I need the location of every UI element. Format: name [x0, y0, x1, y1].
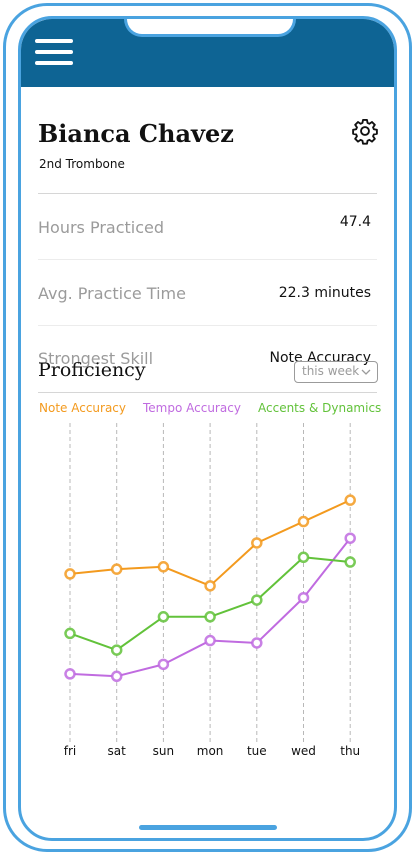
data-point-0-tue[interactable] — [251, 537, 263, 549]
data-point-2-sun[interactable] — [157, 611, 170, 623]
range-select-value: this week — [302, 364, 360, 378]
data-point-1-sat[interactable] — [110, 670, 123, 683]
divider — [38, 259, 377, 260]
gear-icon[interactable] — [351, 117, 379, 145]
data-point-0-mon[interactable] — [204, 580, 216, 592]
legend-tempo-accuracy: Tempo Accuracy — [143, 401, 241, 415]
legend-accents-dynamics: Accents & Dynamics — [258, 401, 382, 415]
profile-role: 2nd Trombone — [39, 157, 125, 171]
menu-button[interactable] — [35, 37, 75, 67]
phone-screen: Bianca Chavez 2nd Trombone Hours Practic… — [18, 16, 397, 841]
data-point-2-fri[interactable] — [64, 627, 76, 640]
x-tick-label-fri: fri — [64, 744, 77, 758]
proficiency-chart: fri sat sun mon tue wed thu — [64, 423, 360, 758]
data-point-2-tue[interactable] — [251, 594, 263, 606]
hamburger-menu-icon — [35, 39, 73, 43]
data-point-2-mon[interactable] — [204, 611, 216, 623]
stat-label-hours-practiced: Hours Practiced — [38, 218, 165, 237]
hamburger-menu-icon-bar — [35, 61, 73, 65]
data-point-1-sun[interactable] — [157, 658, 170, 671]
data-point-2-thu[interactable] — [344, 556, 356, 568]
divider — [38, 325, 377, 326]
x-tick-label-sat: sat — [108, 744, 127, 758]
data-point-1-mon[interactable] — [204, 634, 216, 647]
data-point-1-wed[interactable] — [297, 591, 310, 604]
data-point-1-thu[interactable] — [344, 532, 356, 544]
x-tick-label-thu: thu — [340, 744, 360, 758]
x-tick-label-sun: sun — [153, 744, 174, 758]
chevron-down-icon — [361, 369, 371, 375]
data-point-0-fri[interactable] — [64, 568, 76, 580]
data-point-1-tue[interactable] — [251, 637, 263, 649]
data-point-0-sun[interactable] — [157, 561, 170, 573]
data-point-0-wed[interactable] — [297, 515, 310, 528]
stat-value-hours-practiced: 47.4 — [339, 214, 371, 230]
x-tick-label-tue: tue — [247, 744, 267, 758]
range-select[interactable]: this week — [294, 361, 378, 383]
data-point-2-wed[interactable] — [297, 551, 310, 564]
proficiency-title: Proficiency — [38, 359, 146, 381]
x-tick-label-wed: wed — [291, 744, 316, 758]
data-point-0-thu[interactable] — [344, 494, 356, 506]
stat-label-avg-practice-time: Avg. Practice Time — [38, 284, 186, 303]
legend-note-accuracy: Note Accuracy — [39, 401, 127, 415]
stat-value-avg-practice-time: 22.3 minutes — [278, 285, 371, 301]
home-indicator[interactable] — [139, 825, 277, 830]
data-point-0-sat[interactable] — [110, 563, 123, 575]
hamburger-menu-icon-bar — [35, 50, 73, 54]
divider — [38, 392, 377, 393]
divider — [38, 193, 377, 194]
x-tick-label-mon: mon — [197, 744, 224, 758]
data-point-2-sat[interactable] — [110, 644, 123, 656]
profile-name: Bianca Chavez — [38, 119, 234, 148]
data-point-1-fri[interactable] — [64, 668, 76, 680]
device-notch — [124, 19, 296, 37]
